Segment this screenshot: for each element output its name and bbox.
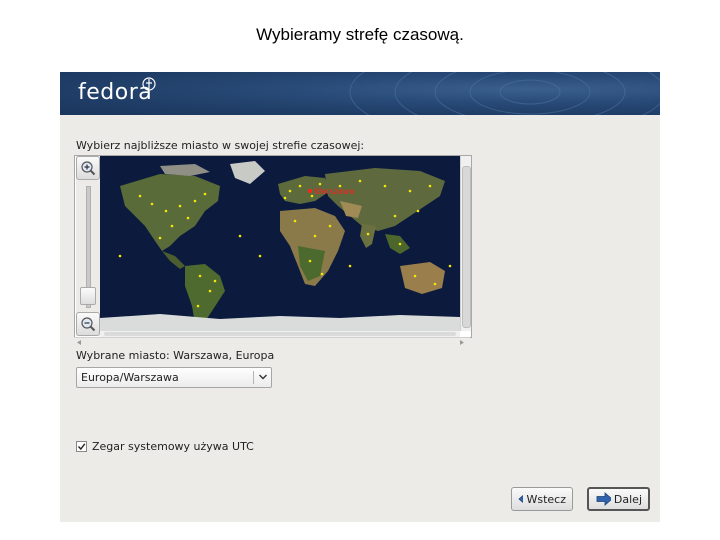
next-button[interactable]: Dalej <box>587 487 650 511</box>
world-map-svg: Warszawa <box>100 156 460 331</box>
arrow-right-icon <box>596 492 611 506</box>
instruction-label: Wybierz najbliższe miasto w swojej stref… <box>76 139 365 152</box>
check-icon <box>77 443 86 451</box>
fedora-infinity-icon <box>142 77 156 91</box>
utc-label: Zegar systemowy używa UTC <box>92 440 254 453</box>
scroll-left-icon <box>77 340 81 345</box>
utc-checkbox[interactable] <box>76 441 87 452</box>
back-button[interactable]: Wstecz <box>511 487 573 511</box>
selected-city-label: Wybrane miasto: Warszawa, Europa <box>76 349 275 362</box>
back-button-label: Wstecz <box>526 492 566 506</box>
zoom-controls <box>76 156 100 336</box>
zoom-out-icon <box>81 317 96 332</box>
timezone-combo[interactable]: Europa/Warszawa <box>76 367 272 388</box>
zoom-slider-thumb[interactable] <box>80 287 96 305</box>
installer-window: fedora Wybierz najbliższe miasto w swoje… <box>60 72 660 522</box>
scroll-right-icon <box>460 340 464 345</box>
next-button-label: Dalej <box>613 492 642 506</box>
arrow-left-icon <box>518 494 524 504</box>
map-horizontal-scroll-thumb[interactable] <box>104 332 456 336</box>
slide-title: Wybieramy strefę czasową. <box>256 25 464 44</box>
zoom-in-button[interactable] <box>76 156 100 180</box>
map-vertical-scroll-thumb[interactable] <box>462 166 471 328</box>
scroll-arrows <box>77 340 464 345</box>
map-vertical-scrollbar[interactable] <box>460 156 471 331</box>
combo-separator <box>253 371 254 384</box>
map-selected-city-label: Warszawa <box>314 187 354 196</box>
zoom-out-button[interactable] <box>76 312 100 336</box>
chevron-down-icon <box>259 374 267 380</box>
map-scroll-footer <box>74 337 470 347</box>
utc-option[interactable]: Zegar systemowy używa UTC <box>76 440 254 453</box>
fedora-header: fedora <box>60 72 660 115</box>
zoom-in-icon <box>81 161 96 176</box>
world-map[interactable]: Warszawa <box>100 156 460 331</box>
timezone-combo-value: Europa/Warszawa <box>81 371 179 384</box>
